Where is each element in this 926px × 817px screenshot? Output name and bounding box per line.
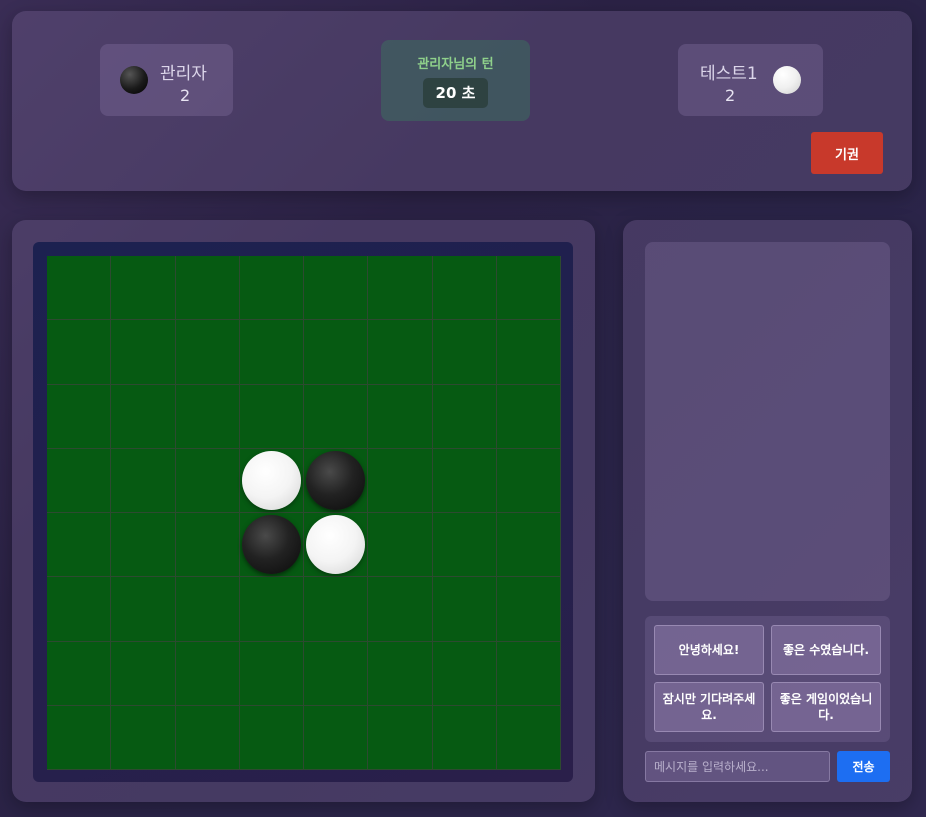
board-frame: [33, 242, 573, 782]
chat-panel: 안녕하세요! 좋은 수였습니다. 잠시만 기다려주세요. 좋은 게임이었습니다.…: [623, 220, 912, 802]
board-cell[interactable]: [47, 513, 112, 578]
turn-timer: 20 초: [423, 78, 488, 108]
board-cell[interactable]: [239, 384, 304, 449]
board-cell[interactable]: [496, 384, 561, 449]
board-cell[interactable]: [432, 256, 497, 321]
turn-text: 관리자님의 턴: [417, 57, 494, 72]
board-cell[interactable]: [111, 256, 176, 321]
board-cell[interactable]: [47, 705, 112, 770]
board-cell[interactable]: [432, 513, 497, 578]
board-cell[interactable]: [432, 384, 497, 449]
player-score-right: 2: [725, 86, 736, 105]
board-cell[interactable]: [111, 320, 176, 385]
board-cell[interactable]: [432, 577, 497, 642]
board-cell[interactable]: [432, 448, 497, 513]
board-cell[interactable]: [496, 320, 561, 385]
board-cell[interactable]: [175, 513, 240, 578]
board-cell[interactable]: [496, 513, 561, 578]
board-cell[interactable]: [432, 705, 497, 770]
board-cell[interactable]: [368, 513, 433, 578]
board-panel: [12, 220, 595, 802]
board-cell[interactable]: [304, 641, 369, 706]
quick-message-button[interactable]: 안녕하세요!: [654, 625, 764, 675]
turn-indicator: 관리자님의 턴 20 초: [381, 40, 530, 121]
board-cell[interactable]: [47, 256, 112, 321]
board-cell[interactable]: [304, 577, 369, 642]
board-cell[interactable]: [368, 705, 433, 770]
quick-message-button[interactable]: 좋은 수였습니다.: [771, 625, 881, 675]
board-cell[interactable]: [304, 448, 369, 513]
board-cell[interactable]: [239, 577, 304, 642]
board-cell[interactable]: [496, 256, 561, 321]
player-name-right: 테스트1: [700, 64, 758, 84]
board-cell[interactable]: [496, 577, 561, 642]
board-cell[interactable]: [47, 577, 112, 642]
player-name-left: 관리자: [160, 64, 207, 84]
board-cell[interactable]: [496, 641, 561, 706]
board-cell[interactable]: [47, 320, 112, 385]
board-cell[interactable]: [47, 384, 112, 449]
othello-board: [47, 256, 561, 770]
board-cell[interactable]: [368, 320, 433, 385]
black-disc-icon: [120, 66, 148, 94]
board-cell[interactable]: [239, 448, 304, 513]
board-cell[interactable]: [304, 705, 369, 770]
board-cell[interactable]: [368, 641, 433, 706]
board-cell[interactable]: [175, 256, 240, 321]
player-card-right: 테스트1 2: [678, 44, 823, 116]
board-cell[interactable]: [239, 256, 304, 321]
game-header: 관리자 2 관리자님의 턴 20 초 테스트1 2 기권: [12, 11, 912, 191]
black-disc: [306, 450, 365, 510]
board-cell[interactable]: [111, 705, 176, 770]
black-disc: [241, 515, 301, 574]
white-disc: [306, 515, 365, 574]
board-cell[interactable]: [432, 320, 497, 385]
player-score-left: 2: [180, 86, 191, 105]
board-cell[interactable]: [111, 384, 176, 449]
quick-message-box: 안녕하세요! 좋은 수였습니다. 잠시만 기다려주세요. 좋은 게임이었습니다.: [645, 616, 890, 742]
chat-input[interactable]: [645, 751, 830, 782]
board-cell[interactable]: [368, 448, 433, 513]
board-cell[interactable]: [496, 448, 561, 513]
board-cell[interactable]: [368, 384, 433, 449]
board-cell[interactable]: [175, 320, 240, 385]
chat-message-list: [645, 242, 890, 601]
quick-message-button[interactable]: 좋은 게임이었습니다.: [771, 682, 881, 732]
board-cell[interactable]: [111, 577, 176, 642]
board-cell[interactable]: [432, 641, 497, 706]
white-disc: [241, 450, 301, 510]
board-cell[interactable]: [368, 256, 433, 321]
board-cell[interactable]: [111, 448, 176, 513]
board-cell[interactable]: [175, 577, 240, 642]
board-cell[interactable]: [111, 513, 176, 578]
board-cell[interactable]: [175, 384, 240, 449]
board-cell[interactable]: [304, 256, 369, 321]
board-cell[interactable]: [304, 320, 369, 385]
board-cell[interactable]: [111, 641, 176, 706]
board-cell[interactable]: [175, 641, 240, 706]
board-cell[interactable]: [496, 705, 561, 770]
board-cell[interactable]: [175, 448, 240, 513]
board-cell[interactable]: [368, 577, 433, 642]
board-cell[interactable]: [304, 384, 369, 449]
board-cell[interactable]: [47, 641, 112, 706]
board-cell[interactable]: [239, 513, 304, 578]
send-button[interactable]: 전송: [837, 751, 890, 782]
player-card-left: 관리자 2: [100, 44, 233, 116]
resign-button[interactable]: 기권: [811, 132, 883, 174]
board-cell[interactable]: [239, 320, 304, 385]
quick-message-button[interactable]: 잠시만 기다려주세요.: [654, 682, 764, 732]
board-cell[interactable]: [239, 705, 304, 770]
board-cell[interactable]: [47, 448, 112, 513]
board-cell[interactable]: [304, 513, 369, 578]
white-disc-icon: [773, 66, 801, 94]
board-cell[interactable]: [239, 641, 304, 706]
board-cell[interactable]: [175, 705, 240, 770]
